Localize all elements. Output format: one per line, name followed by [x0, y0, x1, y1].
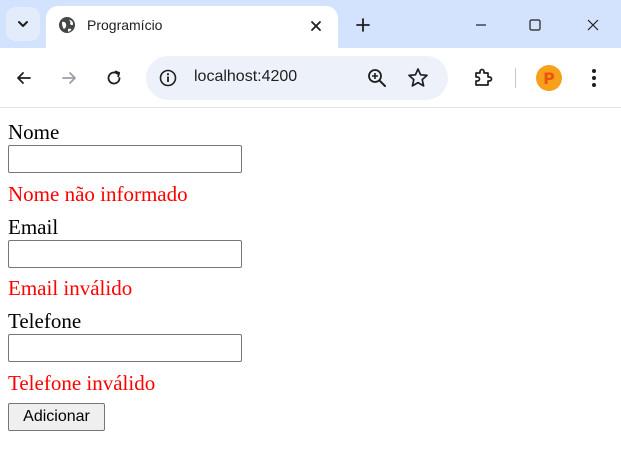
bookmark-star-icon[interactable]: [406, 66, 430, 90]
back-button[interactable]: [10, 64, 38, 92]
profile-avatar[interactable]: P: [536, 65, 562, 91]
close-icon: [587, 19, 599, 31]
maximize-icon: [529, 19, 541, 31]
nome-error: Nome não informado: [8, 182, 188, 206]
browser-chrome: Programício localhost:4200 P: [0, 0, 621, 108]
toolbar-separator: [515, 68, 516, 88]
url-text: localhost:4200: [194, 68, 298, 85]
active-tab[interactable]: Programício: [46, 6, 338, 48]
minimize-icon: [476, 24, 486, 26]
chevron-down-icon: [18, 21, 28, 27]
reload-button[interactable]: [100, 64, 128, 92]
new-tab-button[interactable]: [350, 12, 376, 38]
zoom-in-icon[interactable]: [366, 67, 388, 89]
window-close-button[interactable]: [578, 10, 608, 40]
extensions-button[interactable]: [469, 64, 497, 92]
arrow-left-icon: [17, 72, 31, 84]
address-bar[interactable]: localhost:4200: [146, 56, 448, 100]
telefone-input[interactable]: [8, 334, 242, 362]
tab-strip: Programício: [0, 0, 621, 48]
more-vertical-icon: [592, 69, 596, 87]
email-input[interactable]: [8, 240, 242, 268]
email-error: Email inválido: [8, 276, 133, 300]
telefone-error: Telefone inválido: [8, 371, 156, 395]
browser-toolbar: localhost:4200 P: [0, 48, 621, 107]
reload-icon: [107, 70, 121, 85]
tab-close-button[interactable]: [305, 15, 327, 37]
globe-icon: [59, 17, 75, 33]
close-icon: [311, 21, 321, 31]
nome-input[interactable]: [8, 145, 242, 173]
adicionar-button[interactable]: Adicionar: [8, 403, 105, 431]
telefone-label: Telefone: [8, 309, 82, 333]
arrow-right-icon: [62, 72, 76, 84]
puzzle-icon: [475, 68, 493, 86]
tab-search-button[interactable]: [6, 7, 40, 41]
profile-initial: P: [543, 68, 555, 88]
site-info-icon[interactable]: [158, 68, 178, 88]
minimize-button[interactable]: [466, 10, 496, 40]
maximize-button[interactable]: [520, 10, 550, 40]
tab-title: Programício: [87, 17, 163, 33]
nome-label: Nome: [8, 120, 60, 144]
plus-icon: [356, 18, 370, 32]
menu-button[interactable]: [580, 64, 608, 92]
email-label: Email: [8, 215, 59, 239]
forward-button[interactable]: [55, 64, 83, 92]
page-content: Nome Nome não informado Email Email invá…: [0, 108, 621, 449]
